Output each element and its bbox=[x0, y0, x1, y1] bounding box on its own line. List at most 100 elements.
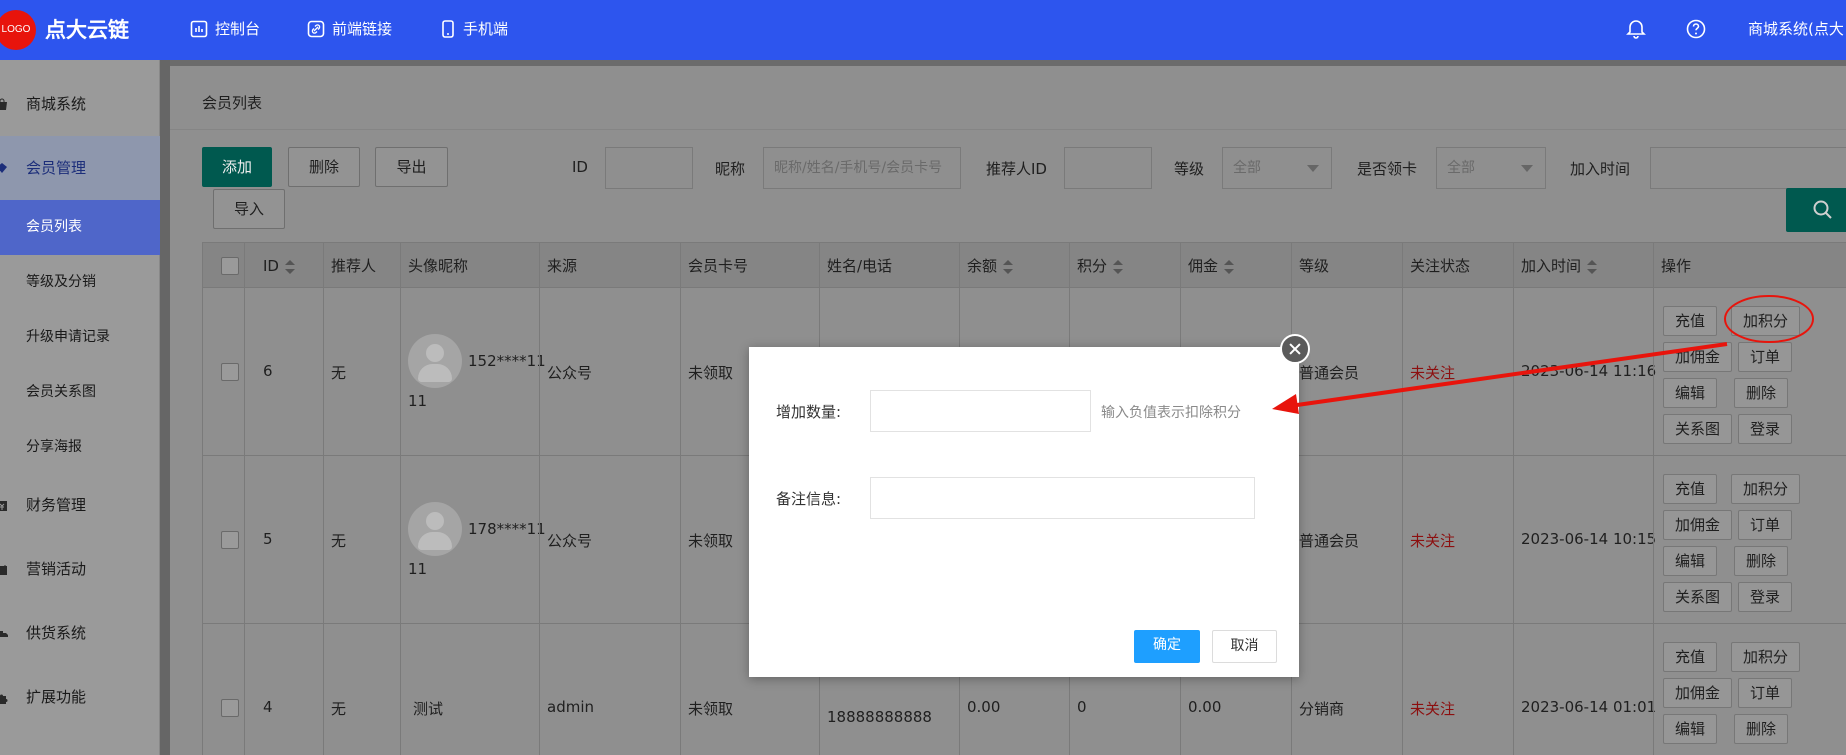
close-dialog-button[interactable] bbox=[1280, 334, 1310, 364]
orders-button[interactable]: 订单 bbox=[1738, 678, 1793, 708]
row-delete-button[interactable]: 删除 bbox=[1734, 546, 1789, 576]
recharge-button[interactable]: 充值 bbox=[1663, 306, 1718, 336]
page-title: 会员列表 bbox=[170, 66, 1846, 130]
nav-dashboard[interactable]: 控制台 bbox=[190, 18, 260, 39]
cell-card-number: 未领取 bbox=[688, 700, 734, 718]
amount-input[interactable] bbox=[870, 390, 1091, 432]
column-divider bbox=[244, 242, 245, 755]
filter-level-label: 等级 bbox=[1174, 160, 1205, 178]
orders-button[interactable]: 订单 bbox=[1738, 342, 1793, 372]
amount-hint: 输入负值表示扣除积分 bbox=[1101, 405, 1241, 421]
filter-id-input[interactable] bbox=[605, 147, 693, 189]
sort-icon bbox=[1587, 259, 1598, 274]
filter-join-input[interactable] bbox=[1650, 147, 1846, 189]
add-commission-button[interactable]: 加佣金 bbox=[1663, 342, 1733, 372]
orders-button[interactable]: 订单 bbox=[1738, 510, 1793, 540]
recharge-button[interactable]: 充值 bbox=[1663, 474, 1718, 504]
sidebar-item-shop[interactable]: 商城系统 bbox=[0, 77, 160, 132]
filter-level-select[interactable]: 全部 bbox=[1222, 147, 1332, 189]
cell-nickname: 178****11 bbox=[468, 520, 546, 538]
column-divider bbox=[680, 242, 681, 755]
import-button[interactable]: 导入 bbox=[213, 189, 285, 229]
sidebar-item-upgrade-records[interactable]: 升级申请记录 bbox=[0, 310, 160, 365]
sidebar-item-finance-label: 财务管理 bbox=[26, 496, 87, 514]
col-actions: 操作 bbox=[1661, 257, 1692, 275]
cell-join-time: 2023-06-14 10:15 bbox=[1521, 530, 1657, 548]
sidebar-item-finance[interactable]: 财务管理 bbox=[0, 478, 160, 533]
avatar bbox=[408, 334, 462, 388]
confirm-button[interactable]: 确定 bbox=[1134, 630, 1200, 663]
nav-mobile[interactable]: 手机端 bbox=[440, 18, 508, 39]
select-all-checkbox[interactable] bbox=[221, 257, 239, 275]
col-name-phone: 姓名/电话 bbox=[827, 257, 893, 275]
cell-follow-status: 未关注 bbox=[1410, 532, 1456, 550]
relation-graph-button[interactable]: 关系图 bbox=[1663, 582, 1733, 612]
sidebar-item-extensions[interactable]: 扩展功能 bbox=[0, 670, 160, 725]
user-menu[interactable]: 商城系统(点大 bbox=[1748, 18, 1844, 39]
sidebar-item-member-list[interactable]: 会员列表 bbox=[0, 200, 160, 255]
cell-name-phone: 18888888888 bbox=[827, 708, 932, 726]
cell-card-number: 未领取 bbox=[688, 364, 734, 382]
export-button[interactable]: 导出 bbox=[375, 147, 448, 187]
nav-frontend-link[interactable]: 前端链接 bbox=[307, 18, 392, 39]
row-delete-button[interactable]: 删除 bbox=[1734, 714, 1789, 744]
table-header: ID 推荐人 头像昵称 来源 会员卡号 姓名/电话 余额 积分 佣金 等级 关注… bbox=[202, 242, 1846, 288]
sort-icon bbox=[1003, 259, 1014, 274]
relation-graph-button[interactable]: 关系图 bbox=[1663, 414, 1733, 444]
bell-icon[interactable] bbox=[1625, 18, 1647, 40]
add-points-button[interactable]: 加积分 bbox=[1731, 474, 1801, 504]
delete-button[interactable]: 删除 bbox=[288, 147, 360, 187]
add-points-button[interactable]: 加积分 bbox=[1731, 306, 1801, 336]
sidebar-item-share-poster[interactable]: 分享海报 bbox=[0, 420, 160, 475]
row-checkbox[interactable] bbox=[221, 699, 239, 717]
row-delete-button[interactable]: 删除 bbox=[1734, 378, 1789, 408]
search-button[interactable] bbox=[1786, 188, 1846, 232]
link-icon bbox=[307, 20, 325, 37]
add-commission-button[interactable]: 加佣金 bbox=[1663, 678, 1733, 708]
remark-label: 备注信息: bbox=[776, 490, 842, 508]
col-card-number: 会员卡号 bbox=[688, 257, 749, 275]
row-checkbox[interactable] bbox=[221, 363, 239, 381]
cell-source: 公众号 bbox=[547, 532, 593, 550]
edit-button[interactable]: 编辑 bbox=[1663, 378, 1718, 408]
search-icon bbox=[1813, 200, 1832, 219]
sidebar-item-levels-label: 等级及分销 bbox=[26, 274, 96, 290]
logo: LOGO bbox=[0, 10, 36, 50]
edit-button[interactable]: 编辑 bbox=[1663, 714, 1718, 744]
login-button[interactable]: 登录 bbox=[1738, 582, 1793, 612]
help-icon[interactable] bbox=[1685, 18, 1707, 40]
filter-referrer-input[interactable] bbox=[1064, 147, 1152, 189]
filter-nickname-label: 昵称 bbox=[715, 160, 746, 178]
cancel-button[interactable]: 取消 bbox=[1212, 630, 1277, 663]
add-button[interactable]: 添加 bbox=[202, 147, 272, 187]
sidebar-item-marketing[interactable]: 营销活动 bbox=[0, 542, 160, 597]
filter-card-select[interactable]: 全部 bbox=[1436, 147, 1546, 189]
col-level: 等级 bbox=[1299, 257, 1330, 275]
add-points-button[interactable]: 加积分 bbox=[1731, 642, 1801, 672]
col-referrer: 推荐人 bbox=[331, 257, 377, 275]
chevron-down-icon bbox=[1521, 165, 1533, 172]
cell-follow-status: 未关注 bbox=[1410, 364, 1456, 382]
sidebar-item-supply[interactable]: 供货系统 bbox=[0, 606, 160, 661]
recharge-button[interactable]: 充值 bbox=[1663, 642, 1718, 672]
app-root: LOGO 点大云链 控制台 前端链接 手机端 商城系统(点大 商城系统 会员管理… bbox=[0, 0, 1846, 755]
col-join-time[interactable]: 加入时间 bbox=[1521, 243, 1598, 289]
filter-nickname-input[interactable]: 昵称/姓名/手机号/会员卡号 bbox=[763, 147, 961, 189]
col-id[interactable]: ID bbox=[263, 243, 295, 289]
sidebar-item-extensions-label: 扩展功能 bbox=[26, 688, 87, 706]
col-balance[interactable]: 余额 bbox=[967, 243, 1014, 289]
login-button[interactable]: 登录 bbox=[1738, 414, 1793, 444]
remark-input[interactable] bbox=[870, 477, 1255, 519]
cell-nickname: 测试 bbox=[413, 700, 444, 718]
col-points[interactable]: 积分 bbox=[1077, 243, 1124, 289]
sidebar-item-levels[interactable]: 等级及分销 bbox=[0, 255, 160, 310]
edit-button[interactable]: 编辑 bbox=[1663, 546, 1718, 576]
marketing-icon bbox=[0, 542, 10, 597]
add-commission-button[interactable]: 加佣金 bbox=[1663, 510, 1733, 540]
cell-nickname: 152****11 bbox=[468, 352, 546, 370]
sidebar-item-relation-graph[interactable]: 会员关系图 bbox=[0, 365, 160, 420]
row-checkbox[interactable] bbox=[221, 531, 239, 549]
col-commission[interactable]: 佣金 bbox=[1188, 243, 1235, 289]
dashboard-icon bbox=[190, 20, 208, 37]
sidebar-item-member[interactable]: 会员管理 bbox=[0, 136, 160, 200]
